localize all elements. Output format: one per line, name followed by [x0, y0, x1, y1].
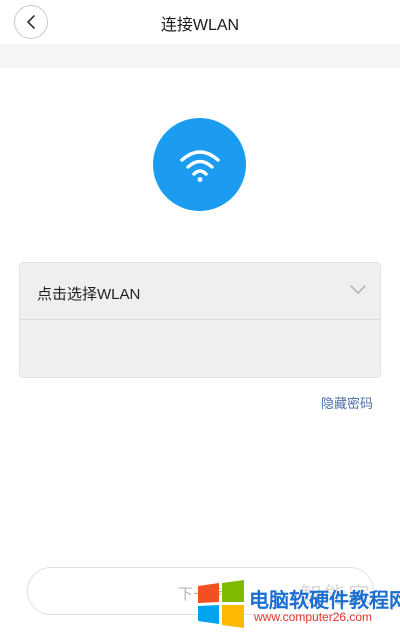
watermark-site-url: www.computer26.com — [254, 610, 373, 624]
wifi-icon — [153, 118, 246, 211]
windows-logo-icon — [198, 580, 244, 628]
wlan-form-card: 点击选择WLAN — [19, 262, 381, 378]
wlan-select[interactable]: 点击选择WLAN — [20, 263, 380, 320]
password-field[interactable] — [20, 320, 380, 377]
page-title: 连接WLAN — [160, 17, 240, 34]
wlan-select-label: 点击选择WLAN — [37, 286, 141, 303]
header-divider-band — [0, 44, 400, 68]
watermark-site-name: 电脑软硬件教程网 — [249, 590, 400, 612]
header: 连接WLAN — [0, 0, 400, 44]
chevron-down-icon — [350, 285, 366, 294]
watermark: 电脑软硬件教程网 www.computer26.com — [196, 578, 400, 630]
hide-password-link[interactable]: 隐藏密码 — [321, 393, 373, 412]
